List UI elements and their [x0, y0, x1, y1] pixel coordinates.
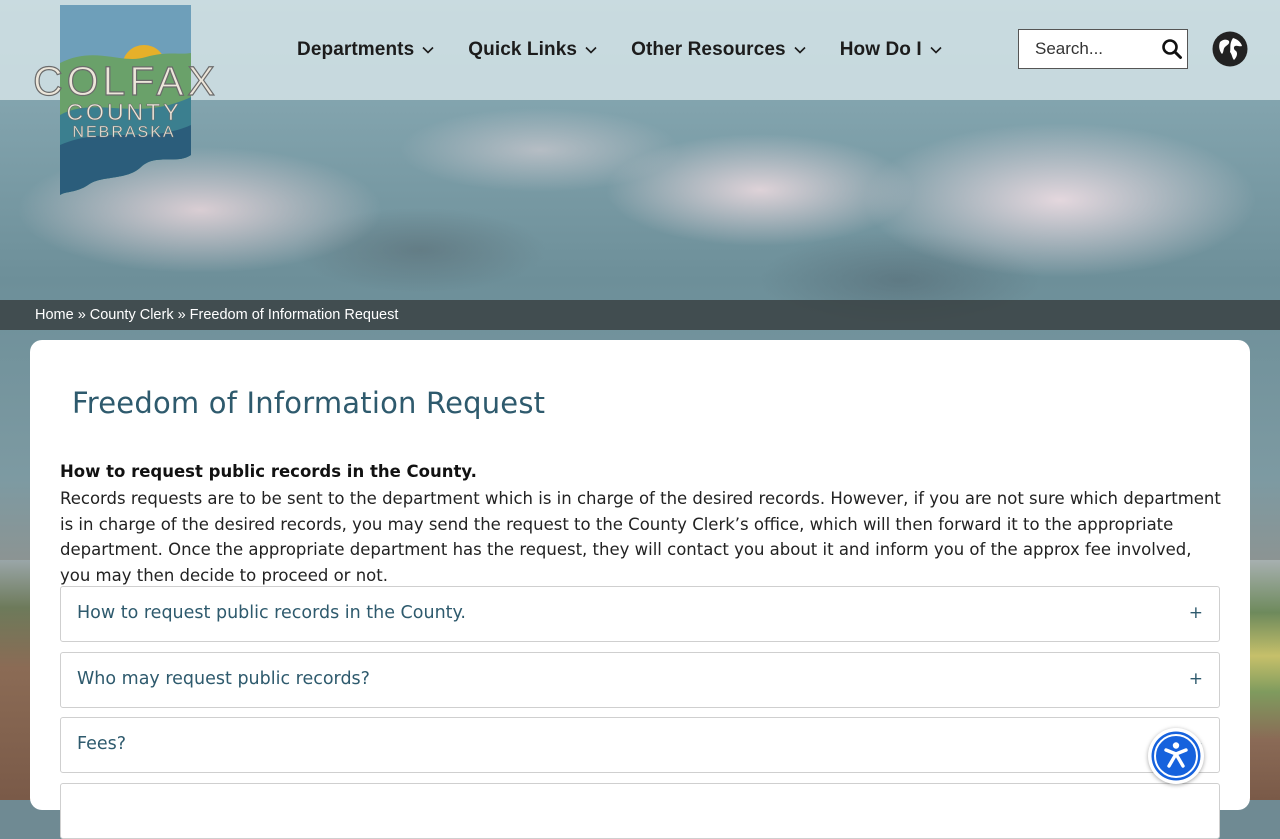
nav-departments[interactable]: Departments: [280, 30, 451, 70]
intro-heading: How to request public records in the Cou…: [60, 462, 477, 481]
nav-departments-label: Departments: [297, 39, 415, 60]
accordion-item-partial[interactable]: [60, 783, 1220, 839]
content-card: Freedom of Information Request How to re…: [30, 340, 1250, 839]
nav-how-do-i-label: How Do I: [839, 39, 922, 60]
accordion-title: Fees?: [77, 734, 127, 754]
intro-body: Records requests are to be sent to the d…: [60, 489, 1221, 585]
nav-other-resources[interactable]: Other Resources: [614, 30, 823, 70]
breadcrumb-current: Freedom of Information Request: [189, 307, 399, 323]
svg-text:COUNTY: COUNTY: [66, 99, 181, 125]
search-icon[interactable]: [1161, 38, 1183, 60]
breadcrumb: Home » County Clerk » Freedom of Informa…: [0, 300, 1280, 330]
nav-other-resources-label: Other Resources: [631, 39, 786, 60]
search-input[interactable]: [1019, 30, 1175, 68]
nav-how-do-i[interactable]: How Do I: [823, 30, 959, 70]
breadcrumb-county-clerk[interactable]: County Clerk: [90, 307, 174, 323]
nav-quick-links[interactable]: Quick Links: [451, 30, 614, 70]
chevron-down-icon: [930, 46, 942, 54]
breadcrumb-separator: »: [77, 307, 86, 323]
page-title: Freedom of Information Request: [72, 386, 546, 420]
accordion-title: How to request public records in the Cou…: [77, 603, 466, 623]
accordion-item-how-to-request[interactable]: How to request public records in the Cou…: [60, 586, 1220, 642]
accordion-item-fees[interactable]: Fees? +: [60, 717, 1220, 773]
chevron-down-icon: [585, 46, 597, 54]
expand-plus-icon: +: [1188, 669, 1203, 689]
search-box: [1018, 29, 1188, 69]
site-logo[interactable]: COLFAX COUNTY NEBRASKA: [26, 5, 226, 197]
main-navigation: Departments Quick Links Other Resources …: [280, 30, 959, 70]
accessibility-icon: [1149, 729, 1203, 783]
breadcrumb-home[interactable]: Home: [35, 307, 74, 323]
chevron-down-icon: [422, 46, 434, 54]
nav-quick-links-label: Quick Links: [468, 39, 578, 60]
expand-plus-icon: +: [1188, 603, 1203, 623]
accordion-item-who-may-request[interactable]: Who may request public records? +: [60, 652, 1220, 708]
svg-text:COLFAX: COLFAX: [33, 58, 219, 104]
globe-icon[interactable]: [1211, 30, 1249, 68]
chevron-down-icon: [794, 46, 806, 54]
breadcrumb-separator: »: [177, 307, 186, 323]
accessibility-button[interactable]: [1148, 728, 1204, 784]
accordion-title: Who may request public records?: [77, 669, 370, 689]
svg-text:NEBRASKA: NEBRASKA: [72, 124, 175, 141]
colfax-county-logo-icon: COLFAX COUNTY NEBRASKA: [33, 5, 219, 195]
